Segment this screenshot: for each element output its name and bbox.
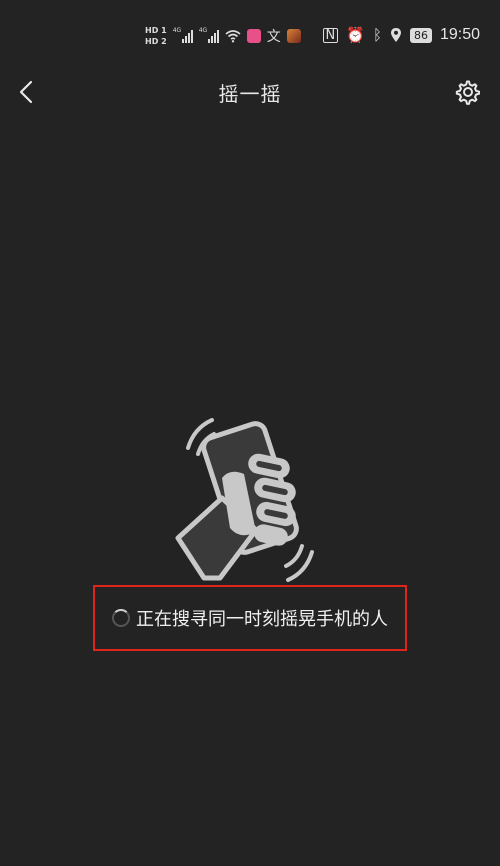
status-bar-right: N ⏰ ᛒ 86 19:50	[322, 26, 480, 44]
signal-icon: 4G	[199, 27, 219, 43]
sim1-indicator: HD 1	[145, 26, 167, 35]
battery-icon: 86	[409, 27, 432, 43]
wifi-icon	[225, 30, 241, 43]
app-notification-icon	[246, 29, 261, 43]
loading-spinner-icon	[112, 609, 130, 627]
bluetooth-icon: ᛒ	[372, 26, 382, 44]
translate-icon: 文	[266, 29, 281, 45]
status-text: 正在搜寻同一时刻摇晃手机的人	[136, 609, 388, 630]
alarm-icon: ⏰	[346, 26, 365, 44]
sim-indicators: HD 1 HD 2	[145, 26, 167, 46]
signal-icon: 4G	[173, 27, 193, 43]
gear-icon	[455, 80, 480, 105]
game-app-icon	[286, 29, 301, 43]
settings-button[interactable]	[450, 74, 484, 110]
page-title: 摇一摇	[218, 82, 282, 106]
location-icon	[390, 28, 401, 42]
status-bar-left: HD 1 HD 2 4G 4G 文	[145, 22, 301, 50]
sim2-indicator: HD 2	[145, 37, 167, 46]
status-bar: HD 1 HD 2 4G 4G 文 N ⏰ ᛒ 86 19:50	[0, 0, 500, 72]
nfc-icon: N	[322, 27, 339, 43]
status-time: 19:50	[439, 26, 480, 43]
hand-shaking-phone-icon	[175, 418, 314, 582]
searching-status: 正在搜寻同一时刻摇晃手机的人	[93, 585, 407, 651]
header: 摇一摇	[0, 70, 500, 114]
